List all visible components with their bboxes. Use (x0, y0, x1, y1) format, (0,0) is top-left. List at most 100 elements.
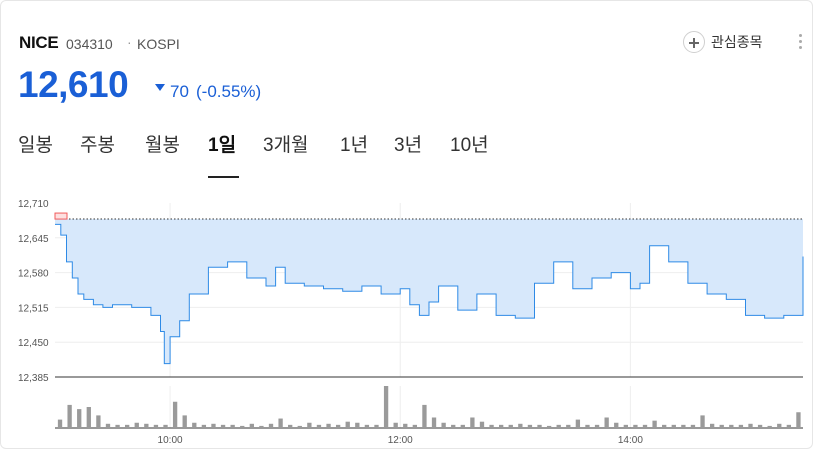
y-tick-label: 12,450 (18, 338, 49, 349)
volume-bar (393, 422, 398, 428)
volume-bar (326, 423, 331, 428)
volume-bar (67, 404, 72, 428)
down-arrow-icon (155, 84, 165, 91)
volume-bar (709, 423, 715, 428)
stock-code: 034310 (66, 36, 113, 52)
volume-bar (403, 423, 408, 428)
volume-bar (527, 424, 533, 428)
x-tick-label: 12:00 (388, 435, 413, 446)
intraday-chart[interactable]: 12,710 12,645 12,580 12,515 12,450 12,385 10:0… (0, 190, 815, 451)
volume-bar (230, 424, 235, 428)
volume-bar (499, 424, 504, 428)
volume-bar (144, 423, 149, 428)
volume-bar (441, 422, 446, 428)
volume-bar (566, 424, 571, 428)
volume-bar (316, 424, 322, 428)
volume-bar (153, 424, 159, 428)
volume-bar (57, 419, 63, 428)
volume-bar (249, 423, 254, 428)
volume-bar (278, 418, 283, 428)
volume-bar (719, 424, 724, 428)
volume-bar (125, 424, 130, 428)
volume-bar (220, 424, 226, 428)
volume-bar (134, 422, 139, 428)
volume-bar (259, 425, 264, 428)
volume-bar (374, 424, 379, 428)
x-tick-label: 14:00 (618, 435, 643, 446)
volume-bar (757, 424, 763, 428)
volume-bar (307, 422, 312, 428)
volume-bar (182, 415, 187, 428)
volume-bar (211, 423, 216, 428)
volume-bar (335, 424, 341, 428)
x-tick-label: 10:00 (158, 435, 183, 446)
y-tick-label: 12,385 (18, 373, 49, 384)
volume-bar (479, 421, 485, 428)
tab-daily[interactable]: 일봉 (18, 130, 53, 157)
tab-weekly[interactable]: 주봉 (80, 130, 115, 157)
market-name: KOSPI (137, 36, 180, 52)
volume-bar (575, 419, 581, 428)
volume-bar (767, 425, 772, 428)
volume-bar (355, 422, 360, 428)
volume-bar (172, 401, 178, 428)
volume-bar (623, 424, 628, 428)
add-watchlist-button[interactable]: 관심종목 (683, 30, 763, 54)
volume-bar (297, 425, 302, 428)
volume-bar (518, 423, 523, 428)
tab-monthly[interactable]: 월봉 (145, 130, 180, 157)
volume-bar (556, 424, 561, 428)
volume-bar (777, 423, 782, 428)
volume-bar (642, 424, 648, 428)
volume-bar (268, 423, 274, 428)
tab-1day[interactable]: 1일 (208, 130, 236, 157)
y-tick-label: 12,515 (18, 303, 49, 314)
volume-bar (671, 424, 676, 428)
volume-bar (201, 424, 207, 428)
price-change-percent: (-0.55%) (196, 82, 262, 101)
volume-bar (796, 412, 801, 428)
volume-bar (546, 425, 552, 428)
volume-bar (652, 420, 657, 428)
volume-bar (77, 409, 82, 428)
volume-bar (240, 425, 245, 428)
volume-bar (105, 423, 111, 428)
separator-dot: · (127, 34, 132, 50)
volume-bar (786, 424, 792, 428)
volume-bar (489, 424, 494, 428)
y-tick-label: 12,580 (18, 269, 49, 280)
current-price: 12,610 (18, 64, 129, 105)
tab-3year[interactable]: 3년 (394, 130, 422, 157)
tab-10year[interactable]: 10년 (450, 130, 489, 157)
volume-bar (86, 407, 91, 428)
tab-1year[interactable]: 1년 (340, 130, 368, 157)
volume-bar (431, 417, 437, 428)
tab-3month[interactable]: 3개월 (263, 130, 309, 157)
volume-bar (738, 424, 744, 428)
volume-bar (748, 423, 753, 428)
stock-name: NICE (19, 33, 59, 52)
volume-bar (383, 386, 389, 428)
volume-bar (163, 424, 168, 428)
volume-bar (662, 424, 667, 428)
more-vertical-icon[interactable] (799, 34, 803, 52)
price-change: 70 (170, 82, 189, 101)
volume-bar (585, 424, 590, 428)
volume-bar (681, 424, 686, 428)
volume-bar (604, 417, 609, 428)
volume-bar (345, 421, 350, 428)
volume-bar (115, 424, 120, 428)
volume-bar (614, 422, 619, 428)
y-tick-label: 12,645 (18, 234, 49, 245)
volume-bar (460, 424, 465, 428)
volume-bar (594, 424, 600, 428)
volume-bar (192, 422, 197, 428)
y-tick-label: 12,710 (18, 199, 49, 210)
volume-bar (412, 424, 418, 428)
watchlist-label: 관심종목 (711, 34, 763, 50)
open-marker (54, 212, 68, 220)
volume-bar (633, 424, 638, 428)
volume-bar (451, 424, 456, 428)
volume-bar (364, 424, 370, 428)
volume-bar (288, 424, 293, 428)
